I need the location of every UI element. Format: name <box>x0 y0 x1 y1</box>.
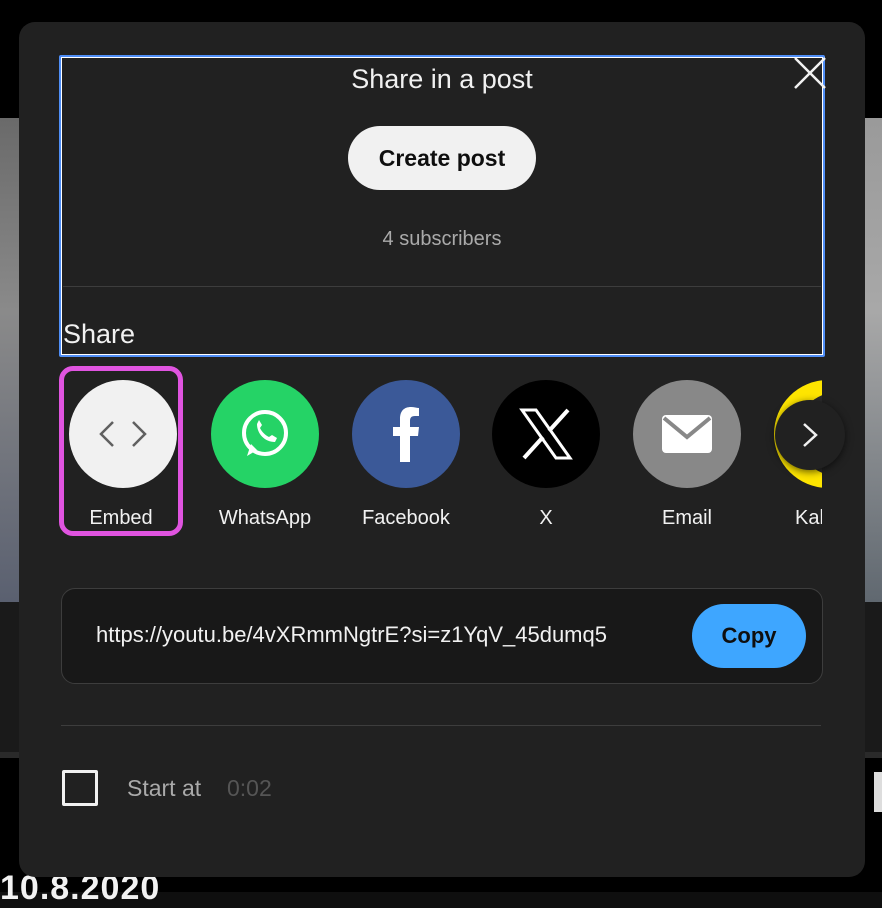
share-link-box: https://youtu.be/4vXRmmNgtrE?si=z1YqV_45… <box>61 588 823 684</box>
share-target-label: Facebook <box>340 505 472 531</box>
x-circle <box>492 380 600 488</box>
copy-button[interactable]: Copy <box>692 604 806 668</box>
start-at-divider <box>61 725 821 726</box>
share-dialog: Share in a post Create post 4 subscriber… <box>19 22 865 877</box>
email-icon <box>660 413 714 455</box>
email-circle <box>633 380 741 488</box>
share-target-label: WhatsApp <box>199 505 331 531</box>
share-heading: Share <box>63 317 135 351</box>
share-target-label: X <box>480 505 612 531</box>
share-target-label: Email <box>621 505 753 531</box>
start-at-time-input[interactable]: 0:02 <box>227 772 272 804</box>
share-targets-row: Embed WhatsApp Facebook <box>59 366 822 546</box>
facebook-circle <box>352 380 460 488</box>
background-right-marker <box>874 772 882 812</box>
whatsapp-circle <box>211 380 319 488</box>
share-url-field[interactable]: https://youtu.be/4vXRmmNgtrE?si=z1YqV_45… <box>96 619 674 651</box>
whatsapp-icon <box>235 404 295 464</box>
share-target-label: Kaka <box>762 505 822 531</box>
subscriber-count: 4 subscribers <box>61 225 823 253</box>
background-video-left-edge <box>0 118 20 602</box>
close-icon <box>791 54 829 92</box>
close-button[interactable] <box>791 54 829 92</box>
share-in-post-section: Share in a post Create post 4 subscriber… <box>59 55 825 357</box>
chevron-right-icon <box>798 420 822 450</box>
facebook-icon <box>386 404 426 464</box>
section-divider <box>63 286 821 287</box>
background-video-right-edge <box>864 118 882 602</box>
start-at-label: Start at <box>127 772 201 804</box>
share-targets-next-button[interactable] <box>775 400 845 470</box>
share-in-post-title: Share in a post <box>61 61 823 97</box>
start-at-checkbox[interactable] <box>62 770 98 806</box>
create-post-button[interactable]: Create post <box>348 126 536 190</box>
x-icon <box>518 406 574 462</box>
embed-selection-highlight <box>59 366 183 536</box>
